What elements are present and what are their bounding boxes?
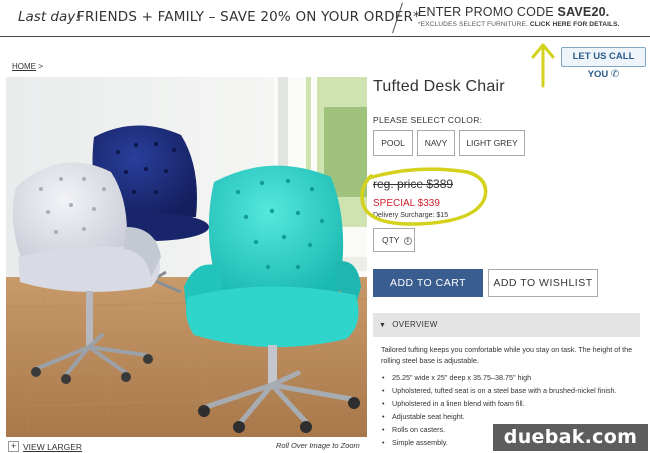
list-item: Adjustable seat height. [381,411,639,422]
let-us-call-you-button[interactable]: LET US CALL YOU ✆ [561,47,646,80]
annotation-arrow [531,43,555,88]
qty-spinner-icon: ⇕ [403,236,412,245]
list-item: Upholstered, tufted seat is on a steel b… [381,385,639,396]
color-option-navy[interactable]: NAVY [417,130,455,156]
list-item: Upholstered in a linen blend with foam f… [381,398,639,409]
call-us-label: LET US CALL YOU [572,51,635,80]
banner-promo-code: ENTER PROMO CODE SAVE20. [418,5,609,19]
overview-heading: OVERVIEW [392,320,438,329]
banner-offer: FRIENDS + FAMILY – SAVE 20% ON YOUR ORDE… [77,9,421,25]
breadcrumb-home[interactable]: HOME [12,62,36,71]
banner-exclusions: *EXCLUDES SELECT FURNITURE. CLICK HERE F… [418,21,620,28]
rollover-hint: Roll Over Image to Zoom [276,441,360,450]
overview-accordion-header[interactable]: ▼ OVERVIEW [373,313,640,337]
breadcrumb: HOME > [12,62,43,71]
add-to-wishlist-button[interactable]: ADD TO WISHLIST [488,269,598,297]
list-item: 25.25" wide x 25" deep x 35.75–38.75" hi… [381,372,639,383]
details-link[interactable]: CLICK HERE FOR DETAILS. [530,21,620,28]
qty-label: QTY [382,235,400,245]
promo-code: SAVE20. [557,5,610,19]
color-label: PLEASE SELECT COLOR: [373,115,483,125]
promo-banner[interactable]: Last day! FRIENDS + FAMILY – SAVE 20% ON… [0,0,650,37]
annotation-circle [360,167,488,226]
breadcrumb-separator: > [38,62,43,71]
phone-icon: ✆ [610,69,620,80]
zoom-plus-icon: + [8,441,19,453]
caret-down-icon: ▼ [379,322,387,329]
banner-last-day: Last day! [18,9,81,25]
add-to-cart-button[interactable]: ADD TO CART [373,269,483,297]
view-larger-label: VIEW LARGER [23,441,83,452]
view-larger-link[interactable]: + VIEW LARGER [8,441,83,453]
color-option-light-grey[interactable]: LIGHT GREY [459,130,525,156]
exclusions-text: *EXCLUDES SELECT FURNITURE. [418,21,530,28]
color-option-pool[interactable]: POOL [373,130,413,156]
quantity-select[interactable]: QTY ⇕ [373,228,415,252]
watermark: duebak.com [493,424,648,451]
promo-prefix: ENTER PROMO CODE [418,5,558,19]
product-image[interactable] [6,77,367,437]
product-title: Tufted Desk Chair [373,78,505,95]
overview-description: Tailored tufting keeps you comfortable w… [381,345,633,365]
